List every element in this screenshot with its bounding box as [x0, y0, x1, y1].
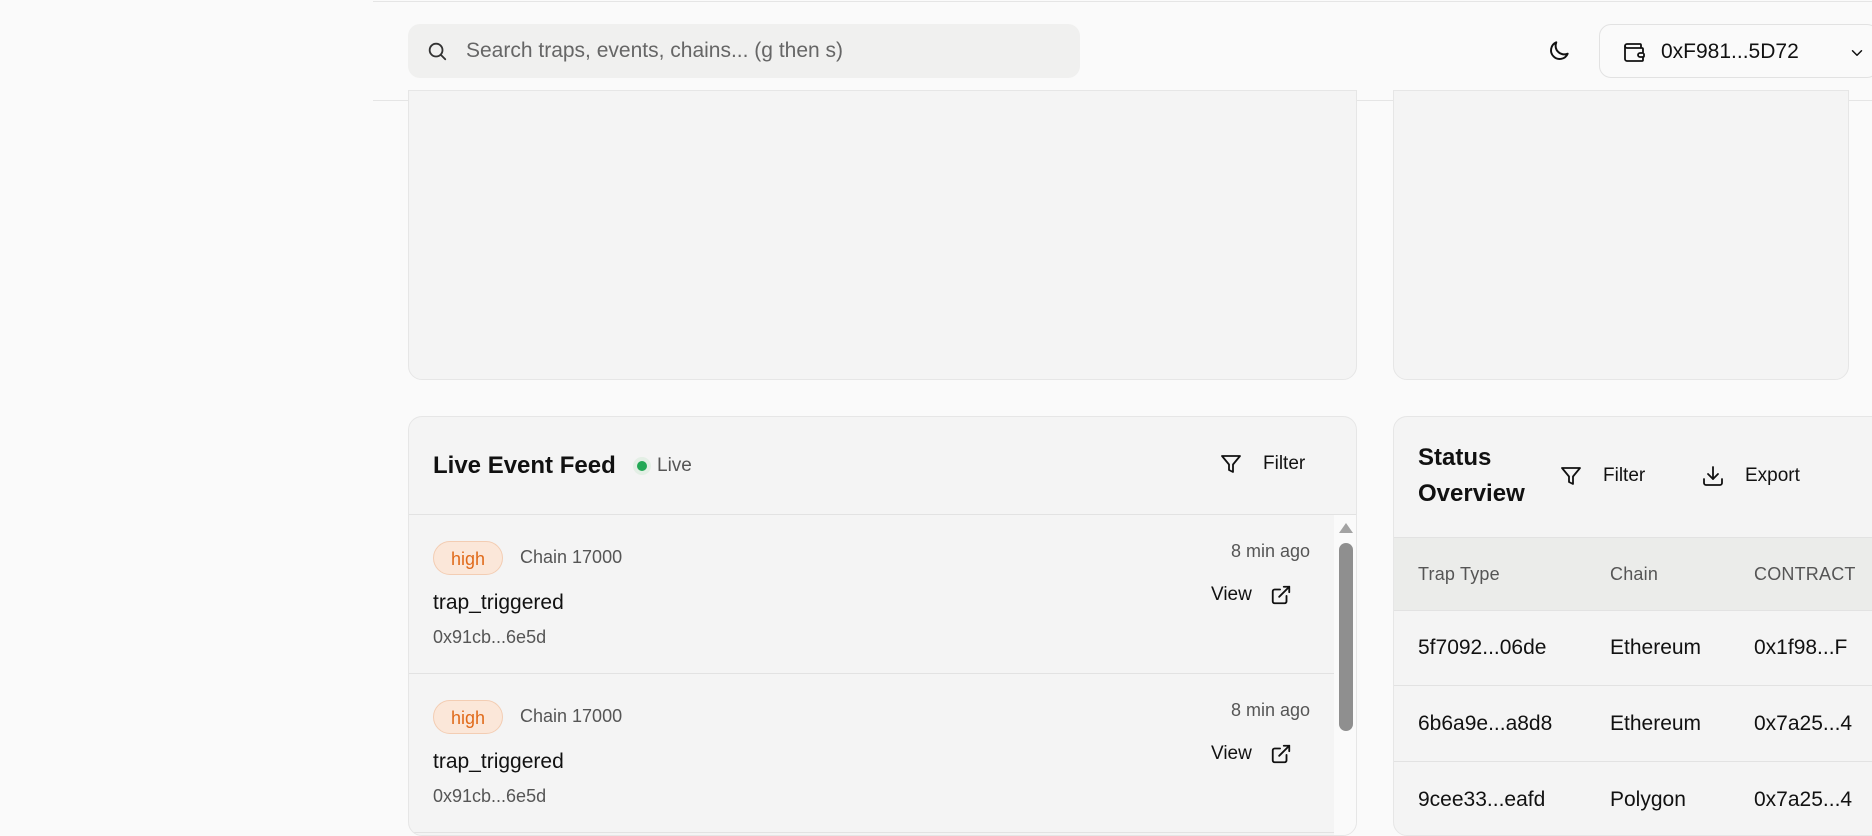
- top-bar: 0xF981...5D72: [373, 1, 1872, 101]
- column-header-chain[interactable]: Chain: [1610, 564, 1658, 585]
- event-name: trap_triggered: [433, 750, 564, 773]
- cell-trap-type: 9cee33...eafd: [1418, 788, 1546, 811]
- view-button[interactable]: View: [1211, 584, 1292, 606]
- live-label: Live: [657, 455, 692, 476]
- wallet-icon: [1624, 43, 1645, 62]
- cell-chain: Ethereum: [1610, 636, 1702, 659]
- search-bar[interactable]: [408, 24, 1080, 78]
- scrollbar-thumb[interactable]: [1339, 543, 1353, 731]
- view-label: View: [1211, 743, 1252, 764]
- event-time: 8 min ago: [1230, 541, 1310, 561]
- event-hash: 0x91cb...6e5d: [433, 627, 547, 647]
- event-time: 8 min ago: [1230, 700, 1310, 720]
- event-item[interactable]: high Chain 17000 8 min ago trap_triggere…: [409, 515, 1334, 674]
- external-link-icon: [1271, 585, 1291, 605]
- cell-contract: 0x1f98...F: [1754, 636, 1848, 659]
- cell-chain: Ethereum: [1610, 712, 1702, 735]
- status-overview-card: Status Overview Filter Export Trap Type …: [1393, 416, 1872, 836]
- filter-icon: [1561, 467, 1581, 485]
- event-name: trap_triggered: [433, 591, 564, 614]
- export-label: Export: [1745, 465, 1800, 486]
- event-hash: 0x91cb...6e5d: [433, 786, 547, 806]
- cell-contract: 0x7a25...4: [1754, 712, 1853, 735]
- scrollbar[interactable]: [1334, 515, 1356, 835]
- search-input[interactable]: [466, 24, 1066, 78]
- live-indicator-dot: [633, 457, 651, 475]
- severity-badge: high: [433, 541, 504, 575]
- scroll-up-arrow-icon[interactable]: [1339, 523, 1353, 533]
- table-header: Trap Type Chain CONTRACT: [1394, 537, 1872, 611]
- status-title: Status Overview: [1418, 444, 1525, 507]
- view-button[interactable]: View: [1211, 743, 1292, 765]
- live-event-feed-card: Live Event Feed Live Filter high Chain 1…: [408, 416, 1357, 836]
- cell-chain: Polygon: [1610, 788, 1686, 811]
- cell-trap-type: 5f7092...06de: [1418, 636, 1547, 659]
- export-button[interactable]: Export: [1701, 464, 1800, 488]
- column-header-trap-type[interactable]: Trap Type: [1418, 564, 1500, 585]
- table-row[interactable]: 6b6a9e...a8d8 Ethereum 0x7a25...4: [1394, 686, 1872, 762]
- chevron-down-icon: [1851, 50, 1863, 56]
- filter-icon: [1221, 455, 1241, 473]
- external-link-icon: [1271, 744, 1291, 764]
- filter-label: Filter: [1263, 453, 1306, 474]
- event-chain: Chain 17000: [520, 706, 623, 726]
- table-row[interactable]: 9cee33...eafd Polygon 0x7a25...4: [1394, 762, 1872, 835]
- view-label: View: [1211, 584, 1252, 605]
- chart-card: [408, 90, 1357, 380]
- cell-trap-type: 6b6a9e...a8d8: [1418, 712, 1553, 735]
- search-icon: [428, 42, 447, 61]
- cell-contract: 0x7a25...4: [1754, 788, 1853, 811]
- feed-title: Live Event Feed: [433, 452, 616, 479]
- feed-filter-button[interactable]: Filter: [1219, 452, 1305, 476]
- column-header-contract[interactable]: CONTRACT: [1754, 564, 1856, 585]
- event-list: high Chain 17000 8 min ago trap_triggere…: [409, 515, 1334, 835]
- event-chain: Chain 17000: [520, 547, 623, 567]
- severity-badge: high: [433, 700, 504, 734]
- summary-card: [1393, 90, 1849, 380]
- status-filter-button[interactable]: Filter: [1559, 464, 1645, 488]
- moon-icon[interactable]: [1546, 38, 1572, 64]
- wallet-button[interactable]: 0xF981...5D72: [1599, 24, 1872, 78]
- wallet-address: 0xF981...5D72: [1661, 40, 1799, 63]
- download-icon: [1703, 466, 1723, 486]
- event-item[interactable]: high Chain 17000 8 min ago trap_triggere…: [409, 674, 1334, 833]
- table-row[interactable]: 5f7092...06de Ethereum 0x1f98...F: [1394, 610, 1872, 686]
- filter-label: Filter: [1603, 465, 1646, 486]
